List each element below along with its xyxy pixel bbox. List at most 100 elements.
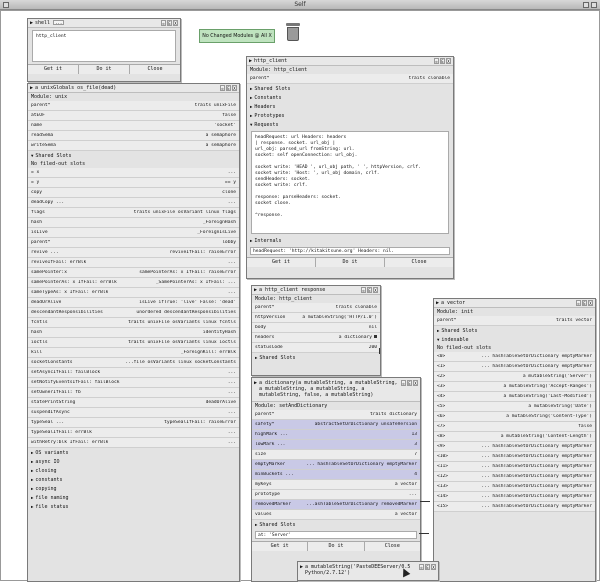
outliner-edit-button[interactable]: E — [226, 85, 231, 91]
slot-row[interactable]: parent* traits clonable — [252, 303, 380, 313]
shared-slot-row[interactable]: suspendIfAsync... — [28, 408, 239, 418]
shell-outliner[interactable]: ▶ shell ... ◇ E X http_client Get it Do … — [27, 18, 181, 82]
expand-triangle-icon[interactable]: ▶ — [31, 450, 33, 455]
shared-slot-row[interactable]: setOwnerIfFail: fb... — [28, 388, 239, 398]
shared-slot-row[interactable]: = y == y — [28, 178, 239, 188]
expand-triangle-icon[interactable]: ▶ — [31, 504, 33, 509]
slot-row[interactable]: parent* traits clonable — [247, 74, 453, 84]
shared-slot-row[interactable]: setAsyncIfFail: failBlock... — [28, 368, 239, 378]
vector-item-row[interactable]: <13> ... hashTableSetOrDictionary emptyMa… — [434, 482, 595, 492]
vector-item-row[interactable]: <8> a mutableString('Content-Length') — [434, 432, 595, 442]
shared-slot-row[interactable]: setNotifyEventsIfFail: failBlock... — [28, 378, 239, 388]
eval-field[interactable]: headRequest: 'http://kitakitsune.org' He… — [250, 247, 450, 255]
shared-slot-row[interactable]: hash _ForeignHash — [28, 218, 239, 228]
shared-slot-row[interactable]: copy clone — [28, 188, 239, 198]
indexable-group[interactable]: ▼ indexable — [434, 335, 595, 344]
get-it-button[interactable]: Get it — [252, 542, 309, 551]
dictionary-slot-row[interactable]: values a vector — [252, 510, 420, 520]
outliner-edit-button[interactable]: E — [367, 287, 372, 293]
category-group[interactable]: ▶ copying — [28, 484, 239, 493]
expand-triangle-icon[interactable]: ▶ — [31, 495, 33, 500]
category-internals[interactable]: ▶ Internals — [247, 236, 453, 245]
outliner-menu-button[interactable]: ◇ — [220, 85, 225, 91]
category-group[interactable]: ▶ file status — [28, 502, 239, 511]
close-button[interactable]: Close — [385, 258, 453, 267]
outliner-close-button[interactable]: X — [431, 564, 436, 570]
dictionary-slot-row[interactable]: minBuckets ... 4 — [252, 470, 420, 480]
get-it-button[interactable]: Get it — [28, 65, 79, 74]
expand-triangle-icon[interactable]: ▶ — [31, 459, 33, 464]
http-client-outliner[interactable]: ▶ http_client ◇ E X Module: http_client pa… — [246, 56, 454, 279]
shell-dots-button[interactable]: ... — [53, 20, 65, 25]
changed-modules-button[interactable]: No Changed Modules @ All X — [199, 29, 275, 43]
expand-triangle-icon[interactable]: ▶ — [30, 85, 33, 91]
outliner-menu-button[interactable]: ◇ — [434, 58, 439, 64]
vector-item-row[interactable]: <14> ... hashTableSetOrDictionary emptyMa… — [434, 492, 595, 502]
dictionary-slot-row[interactable]: highMark ... 13 — [252, 430, 420, 440]
expand-triangle-icon[interactable]: ▶ — [436, 300, 439, 306]
vector-item-row[interactable]: <15> ... hashTableSetOrDictionary emptyMa… — [434, 502, 595, 512]
shared-slot-row[interactable]: isLive _ForeignIsLive — [28, 228, 239, 238]
dictionary-slot-row[interactable]: prototype... — [252, 490, 420, 500]
vector-item-row[interactable]: <1> ... hashTableSetOrDictionary emptyMar… — [434, 362, 595, 372]
trash-can-icon[interactable] — [286, 23, 300, 41]
slot-row[interactable]: name'socket' — [28, 121, 239, 131]
minimize-icon[interactable] — [583, 2, 589, 8]
shared-slot-row[interactable]: typeSeal ... typeSealIfFail: raiseError — [28, 418, 239, 428]
shared-slot-row[interactable]: fcntls traits unixFile osVariants linux f… — [28, 318, 239, 328]
do-it-button[interactable]: Do it — [79, 65, 130, 74]
outliner-close-button[interactable]: X — [588, 300, 593, 306]
shared-slot-row[interactable]: deadCopy ...... — [28, 198, 239, 208]
shared-slot-row[interactable]: kill _ForeignKill: errBlk — [28, 348, 239, 358]
slot-row[interactable]: readSema a semaphore — [28, 131, 239, 141]
do-it-button[interactable]: Do it — [316, 258, 385, 267]
shared-slot-row[interactable]: hash identityHash — [28, 328, 239, 338]
shared-slot-row[interactable]: typeSealIfFail: errBlk... — [28, 428, 239, 438]
close-window-icon[interactable] — [591, 2, 597, 8]
shared-slot-row[interactable]: flags traits unixFile osVariant linux fla… — [28, 208, 239, 218]
outliner-close-button[interactable]: X — [373, 287, 378, 293]
vector-item-row[interactable]: <4> a mutableString('Last-Modified') — [434, 392, 595, 402]
shared-slot-row[interactable]: statePrintString deadOrAlive — [28, 398, 239, 408]
shell-code-editor[interactable]: http_client — [32, 30, 176, 62]
shared-slot-row[interactable]: ioctls traits unixFile osVariants linux i… — [28, 338, 239, 348]
shared-slot-row[interactable]: descendantResponsibilities unordered desc… — [28, 308, 239, 318]
outliner-edit-button[interactable]: E — [425, 564, 430, 570]
slot-row[interactable]: body nil — [252, 323, 380, 333]
vector-item-row[interactable]: <9> ... hashTableSetOrDictionary emptyMar… — [434, 442, 595, 452]
category-group[interactable]: ▶ OS variants — [28, 448, 239, 457]
expand-triangle-icon[interactable]: ▶ — [249, 58, 252, 64]
expand-triangle-icon[interactable]: ▶ — [30, 20, 33, 26]
vector-item-row[interactable]: <0> ... hashTableSetOrDictionary emptyMar… — [434, 352, 595, 362]
outliner-edit-button[interactable]: E — [582, 300, 587, 306]
outliner-close-button[interactable]: X — [413, 380, 418, 386]
vector-item-row[interactable]: <12> ... hashTableSetOrDictionary emptyMa… — [434, 472, 595, 482]
slot-row[interactable]: httpVersion a mutableString('HTTP/1.0') — [252, 313, 380, 323]
unix-file-outliner[interactable]: ▶ a unixGlobals os_file(dead) ◇ E X Module… — [27, 83, 240, 582]
outliner-close-button[interactable]: X — [446, 58, 451, 64]
close-button[interactable]: Close — [364, 542, 420, 551]
shared-slot-row[interactable]: = x... — [28, 168, 239, 178]
outliner-menu-button[interactable]: ◇ — [401, 380, 406, 386]
shared-slot-row[interactable]: revive ... reviveIfFail: raiseError — [28, 248, 239, 258]
outliner-edit-button[interactable]: E — [407, 380, 412, 386]
shared-slot-row[interactable]: withRetry:blk IfFail: errBlk... — [28, 438, 239, 448]
dictionary-slot-row[interactable]: size 7 — [252, 450, 420, 460]
shared-slots-group[interactable]: ▼ Shared Slots — [28, 151, 239, 160]
outliner-menu-button[interactable]: ◇ — [361, 287, 366, 293]
get-it-button[interactable]: Get it — [247, 258, 316, 267]
outliner-menu-button[interactable]: ◇ — [576, 300, 581, 306]
shared-slot-row[interactable]: socketConstants ...file osVariants linux … — [28, 358, 239, 368]
vector-item-row[interactable]: <7> false — [434, 422, 595, 432]
do-it-button[interactable]: Do it — [308, 542, 365, 551]
outliner-close-button[interactable]: X — [232, 85, 237, 91]
dictionary-slot-row[interactable]: removedMarker ...ashTableSetOrDictionary … — [252, 500, 420, 510]
outliner-menu-button[interactable]: ◇ — [161, 20, 166, 26]
expand-triangle-icon[interactable]: ▶ — [254, 287, 257, 293]
category-requests[interactable]: ▼ Requests — [247, 120, 453, 129]
dictionary-slot-row[interactable]: lowMark ... 3 — [252, 440, 420, 450]
vector-outliner[interactable]: ▶ a vector ◇ E X Module: init parent* trait… — [433, 298, 596, 582]
outliner-menu-button[interactable]: ◇ — [419, 564, 424, 570]
shared-slot-row[interactable]: sameTypeAs: x IfFail: errBlk... — [28, 288, 239, 298]
slot-row[interactable]: atEOF false — [28, 111, 239, 121]
